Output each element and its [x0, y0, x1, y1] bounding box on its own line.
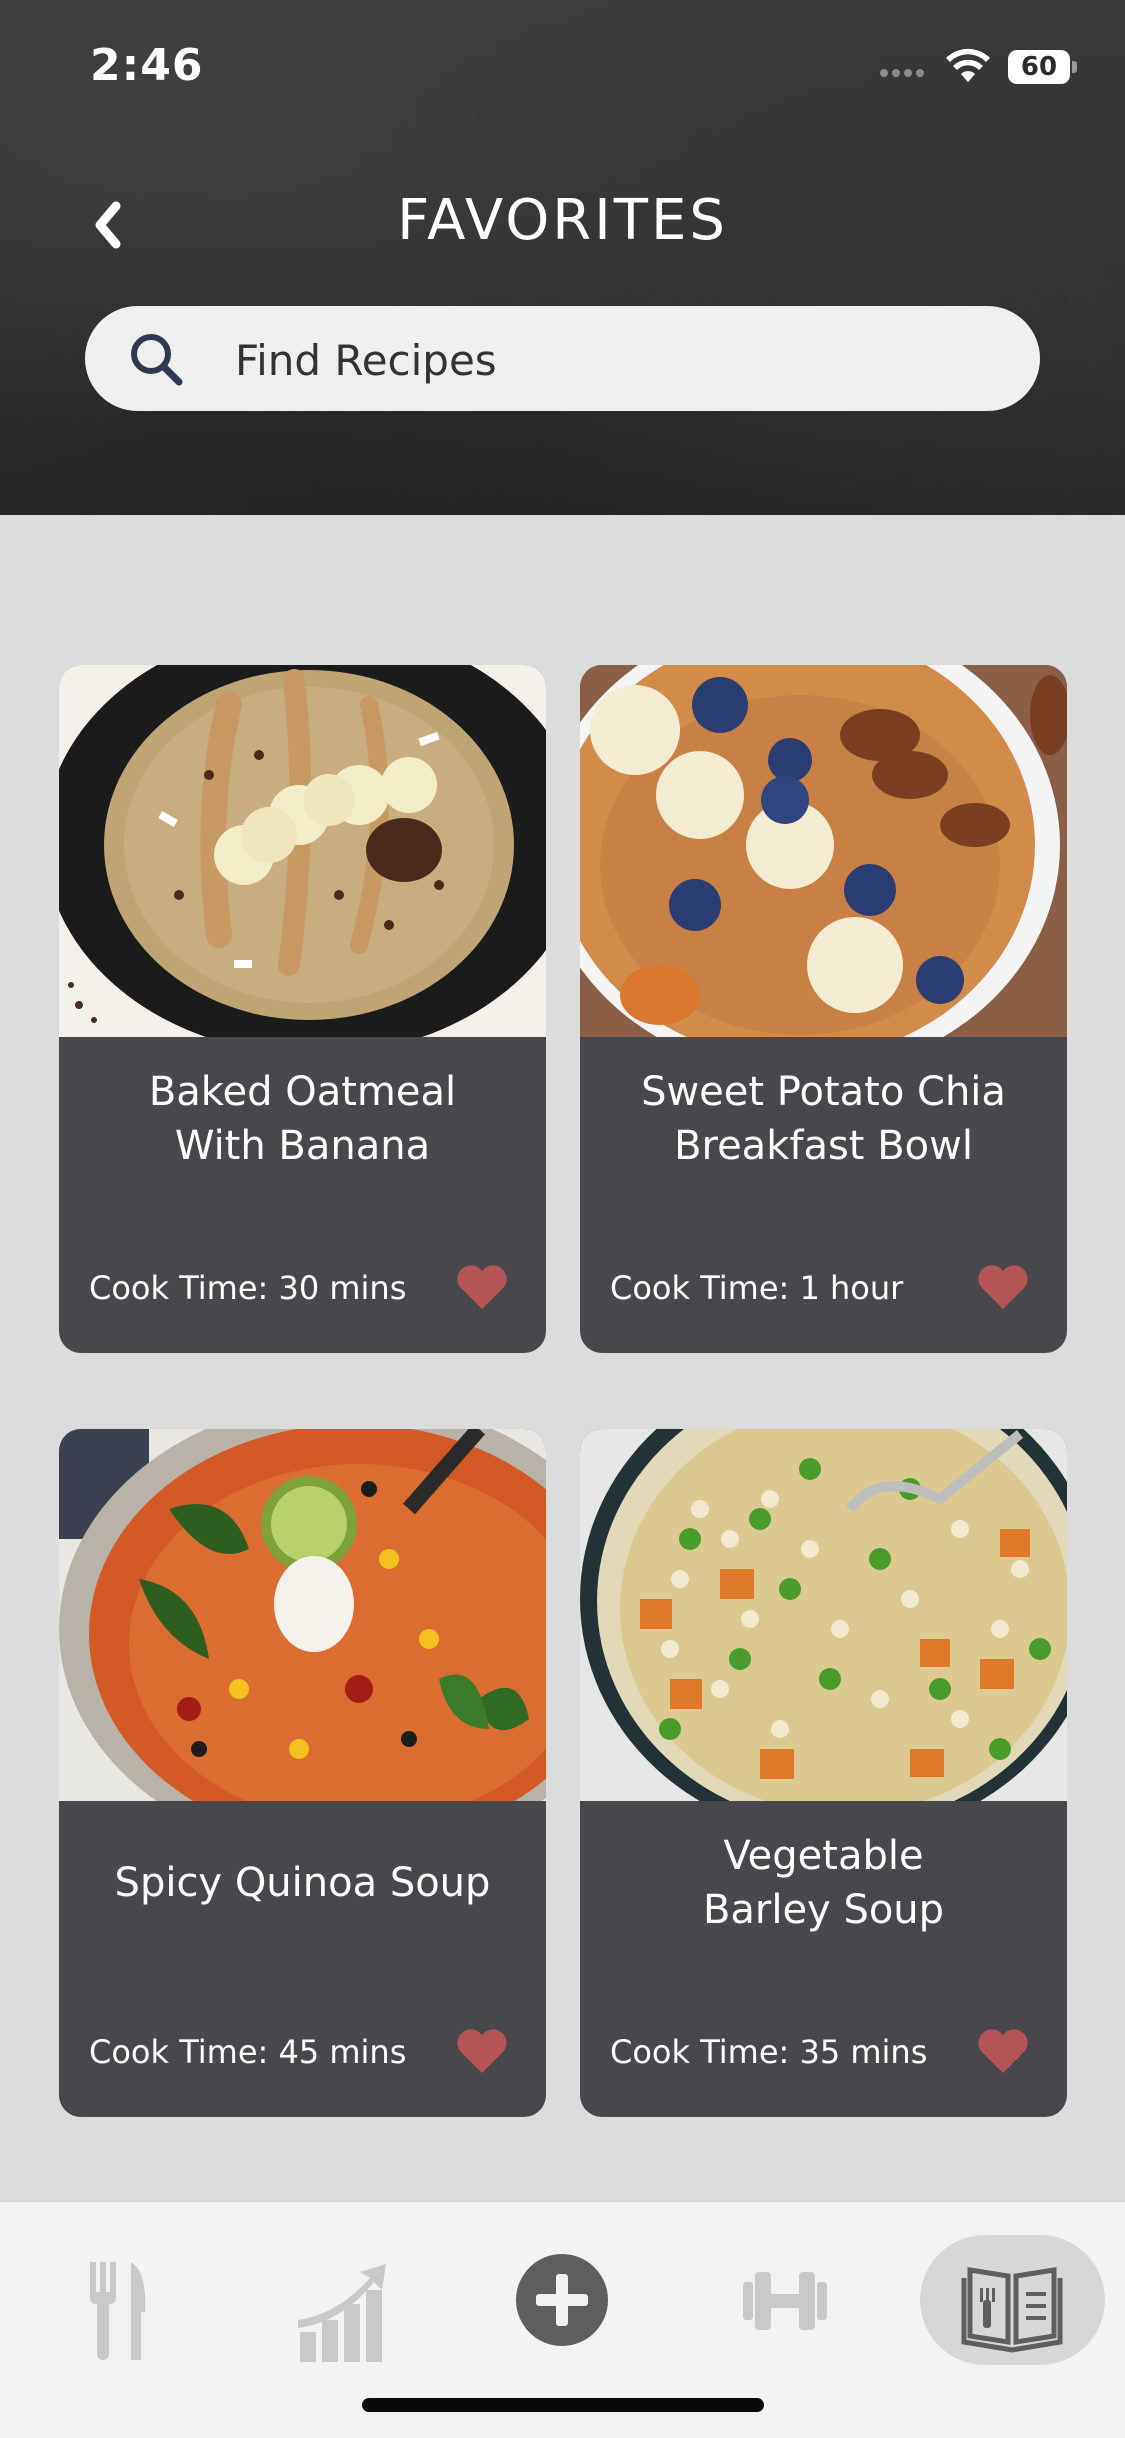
recipe-title: Spicy Quinoa Soup — [79, 1856, 526, 1910]
recipe-card-body: Vegetable Barley Soup Cook Time: 35 mins — [580, 1801, 1067, 2117]
recipe-image — [59, 1429, 546, 1801]
cook-time: Cook Time: 30 mins — [89, 1269, 407, 1307]
cellular-signal-icon — [880, 62, 934, 77]
page-title: FAVORITES — [397, 188, 728, 253]
heart-icon[interactable] — [976, 2027, 1030, 2075]
header: 2:46 60 FAVORITES — [0, 0, 1125, 515]
recipe-title: Baked Oatmeal With Banana — [79, 1065, 526, 1173]
status-time: 2:46 — [90, 40, 204, 91]
battery-level: 60 — [1020, 52, 1058, 82]
progress-chart-icon — [298, 2264, 386, 2362]
recipe-title-line: Baked Oatmeal — [148, 1069, 457, 1115]
recipe-image — [59, 665, 546, 1037]
dumbbell-icon — [743, 2272, 827, 2330]
recipe-card[interactable]: Spicy Quinoa Soup Cook Time: 45 mins — [59, 1429, 546, 2117]
recipe-title: Sweet Potato Chia Breakfast Bowl — [600, 1065, 1047, 1173]
tab-recipes[interactable] — [45, 2242, 185, 2362]
wifi-icon — [946, 48, 990, 82]
tab-progress[interactable] — [268, 2242, 408, 2362]
fork-knife-icon — [90, 2262, 146, 2360]
recipe-book-icon — [961, 2267, 1063, 2353]
recipe-card[interactable]: Sweet Potato Chia Breakfast Bowl Cook Ti… — [580, 665, 1067, 1353]
recipe-title-line: Barley Soup — [702, 1887, 945, 1933]
cook-time: Cook Time: 35 mins — [610, 2033, 928, 2071]
recipe-title-line: Spicy Quinoa Soup — [114, 1860, 491, 1906]
home-indicator — [362, 2398, 764, 2412]
cook-time: Cook Time: 45 mins — [89, 2033, 407, 2071]
battery-icon: 60 — [1008, 50, 1080, 84]
tab-recipe-book[interactable] — [942, 2242, 1082, 2362]
recipe-title-line: Breakfast Bowl — [674, 1123, 973, 1169]
recipe-card-body: Baked Oatmeal With Banana Cook Time: 30 … — [59, 1037, 546, 1353]
recipe-title-line: Sweet Potato Chia — [641, 1069, 1006, 1115]
recipe-card-body: Sweet Potato Chia Breakfast Bowl Cook Ti… — [580, 1037, 1067, 1353]
recipe-image — [580, 665, 1067, 1037]
search-icon — [131, 334, 183, 386]
search-bar[interactable] — [85, 306, 1040, 411]
recipe-title-line: Vegetable — [723, 1833, 924, 1879]
heart-icon[interactable] — [455, 1263, 509, 1311]
heart-icon[interactable] — [455, 2027, 509, 2075]
recipe-card[interactable]: Vegetable Barley Soup Cook Time: 35 mins — [580, 1429, 1067, 2117]
recipe-title: Vegetable Barley Soup — [600, 1829, 1047, 1937]
tab-add[interactable] — [492, 2242, 632, 2362]
cook-time: Cook Time: 1 hour — [610, 1269, 904, 1307]
recipe-title-line: With Banana — [174, 1123, 431, 1169]
search-input[interactable] — [233, 324, 997, 396]
recipe-card-body: Spicy Quinoa Soup Cook Time: 45 mins — [59, 1801, 546, 2117]
status-bar: 2:46 60 — [0, 0, 1125, 140]
plus-icon — [516, 2254, 608, 2346]
heart-icon[interactable] — [976, 1263, 1030, 1311]
tab-workouts[interactable] — [715, 2242, 855, 2362]
recipe-card[interactable]: Baked Oatmeal With Banana Cook Time: 30 … — [59, 665, 546, 1353]
recipe-image — [580, 1429, 1067, 1801]
